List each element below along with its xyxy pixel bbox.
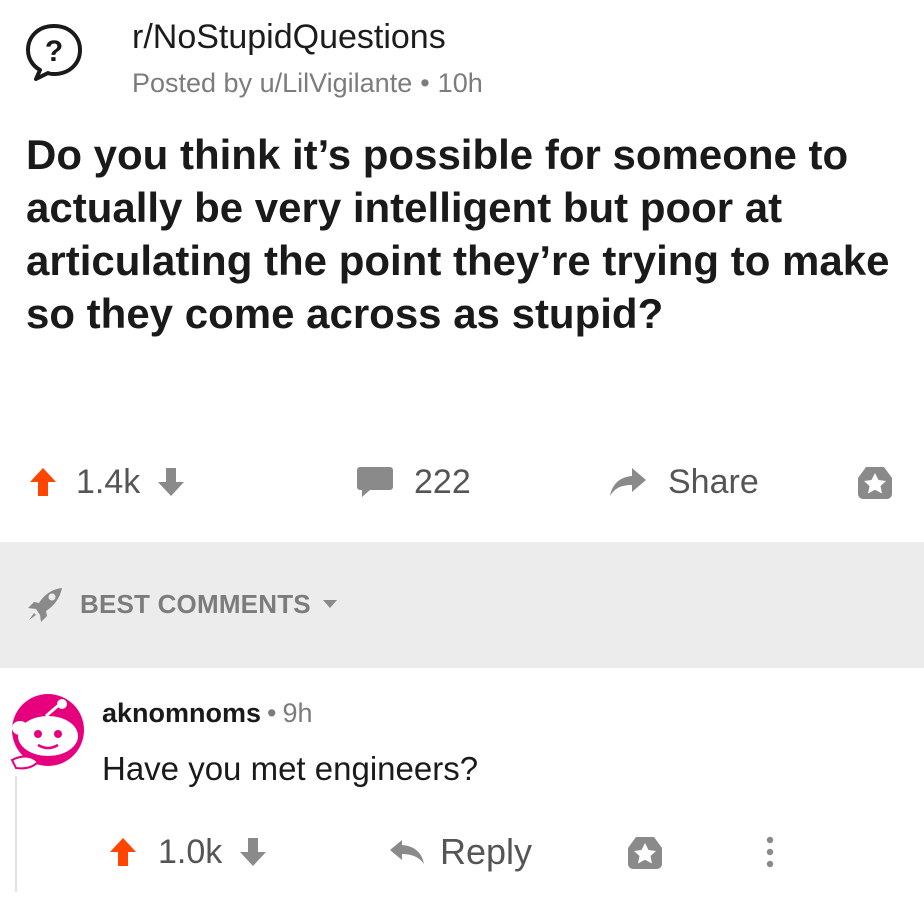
sort-selector[interactable]: BEST COMMENTS bbox=[26, 586, 339, 622]
post-score: 1.4k bbox=[76, 462, 141, 501]
reddit-post-screen: ? r/NoStupidQuestions Posted by u/LilVig… bbox=[0, 0, 924, 900]
snoo-avatar-icon[interactable] bbox=[8, 690, 88, 774]
sort-label: BEST COMMENTS bbox=[80, 588, 311, 619]
comment-vote-group: 1.0k bbox=[108, 824, 268, 880]
share-button[interactable]: Share bbox=[608, 452, 759, 512]
reply-label: Reply bbox=[440, 831, 533, 872]
question-bubble-icon[interactable]: ? bbox=[24, 22, 84, 82]
sort-bar: BEST COMMENTS bbox=[0, 542, 924, 668]
subreddit-name[interactable]: r/NoStupidQuestions bbox=[132, 18, 446, 57]
comment-body: Have you met engineers? bbox=[102, 750, 479, 787]
more-vertical-icon[interactable] bbox=[764, 832, 776, 872]
comment-time: 9h bbox=[282, 698, 313, 728]
posted-by-label: Posted by bbox=[132, 68, 253, 98]
comment-separator: • bbox=[267, 698, 277, 728]
post-time: 10h bbox=[437, 68, 483, 98]
comment-bubble-icon bbox=[356, 465, 394, 499]
rocket-icon bbox=[26, 586, 66, 622]
comment-score: 1.0k bbox=[158, 832, 223, 871]
award-icon[interactable] bbox=[626, 834, 664, 872]
caret-down-icon bbox=[321, 598, 339, 610]
post-vote-group: 1.4k bbox=[28, 452, 186, 512]
comment-header: aknomnoms • 9h bbox=[102, 698, 313, 729]
share-label: Share bbox=[668, 462, 759, 501]
downvote-arrow-icon[interactable] bbox=[238, 836, 268, 868]
downvote-arrow-icon[interactable] bbox=[156, 466, 186, 498]
comment-action-bar: 1.0k Reply bbox=[0, 824, 924, 880]
reply-arrow-icon bbox=[388, 838, 426, 866]
comment-count: 222 bbox=[414, 462, 471, 501]
award-icon[interactable] bbox=[856, 464, 894, 502]
post-action-bar: 1.4k 222 Share bbox=[0, 452, 924, 512]
upvote-arrow-icon[interactable] bbox=[28, 466, 58, 498]
comment-author[interactable]: aknomnoms bbox=[102, 698, 261, 728]
reply-button[interactable]: Reply bbox=[388, 824, 532, 880]
share-arrow-icon bbox=[608, 466, 648, 498]
comment: aknomnoms • 9h Have you met engineers? 1.0… bbox=[0, 668, 924, 900]
meta-separator: • bbox=[420, 68, 430, 98]
upvote-arrow-icon[interactable] bbox=[108, 836, 138, 868]
svg-text:?: ? bbox=[45, 35, 63, 68]
post-author[interactable]: u/LilVigilante bbox=[260, 68, 413, 98]
post-title[interactable]: Do you think it’s possible for someone t… bbox=[26, 128, 896, 340]
comments-button[interactable]: 222 bbox=[356, 452, 471, 512]
post-meta: Posted by u/LilVigilante • 10h bbox=[132, 68, 483, 99]
